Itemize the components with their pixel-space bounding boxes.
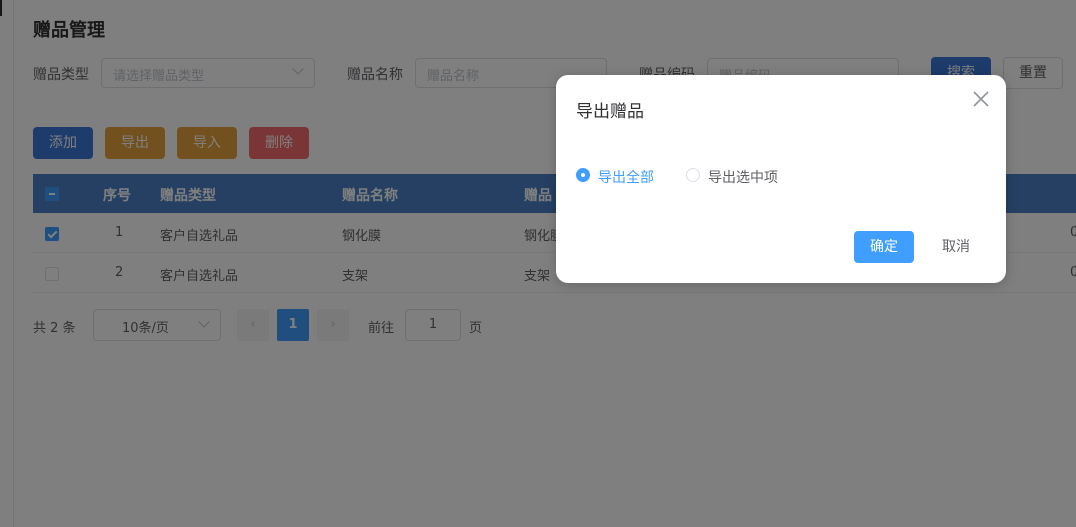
radio-export-selected-label: 导出选中项 bbox=[708, 170, 778, 186]
radio-export-selected[interactable]: 导出选中项 bbox=[686, 167, 786, 186]
dialog-title: 导出赠品 bbox=[576, 102, 644, 122]
export-dialog: 导出赠品 导出全部 导出选中项 确定 取消 bbox=[556, 75, 1006, 283]
cancel-button[interactable]: 取消 bbox=[926, 231, 986, 263]
radio-export-all[interactable]: 导出全部 bbox=[576, 167, 666, 186]
confirm-button[interactable]: 确定 bbox=[854, 231, 914, 263]
close-icon[interactable] bbox=[971, 89, 991, 109]
radio-circle bbox=[576, 168, 590, 182]
radio-export-all-label: 导出全部 bbox=[598, 170, 654, 186]
radio-circle bbox=[686, 168, 700, 182]
